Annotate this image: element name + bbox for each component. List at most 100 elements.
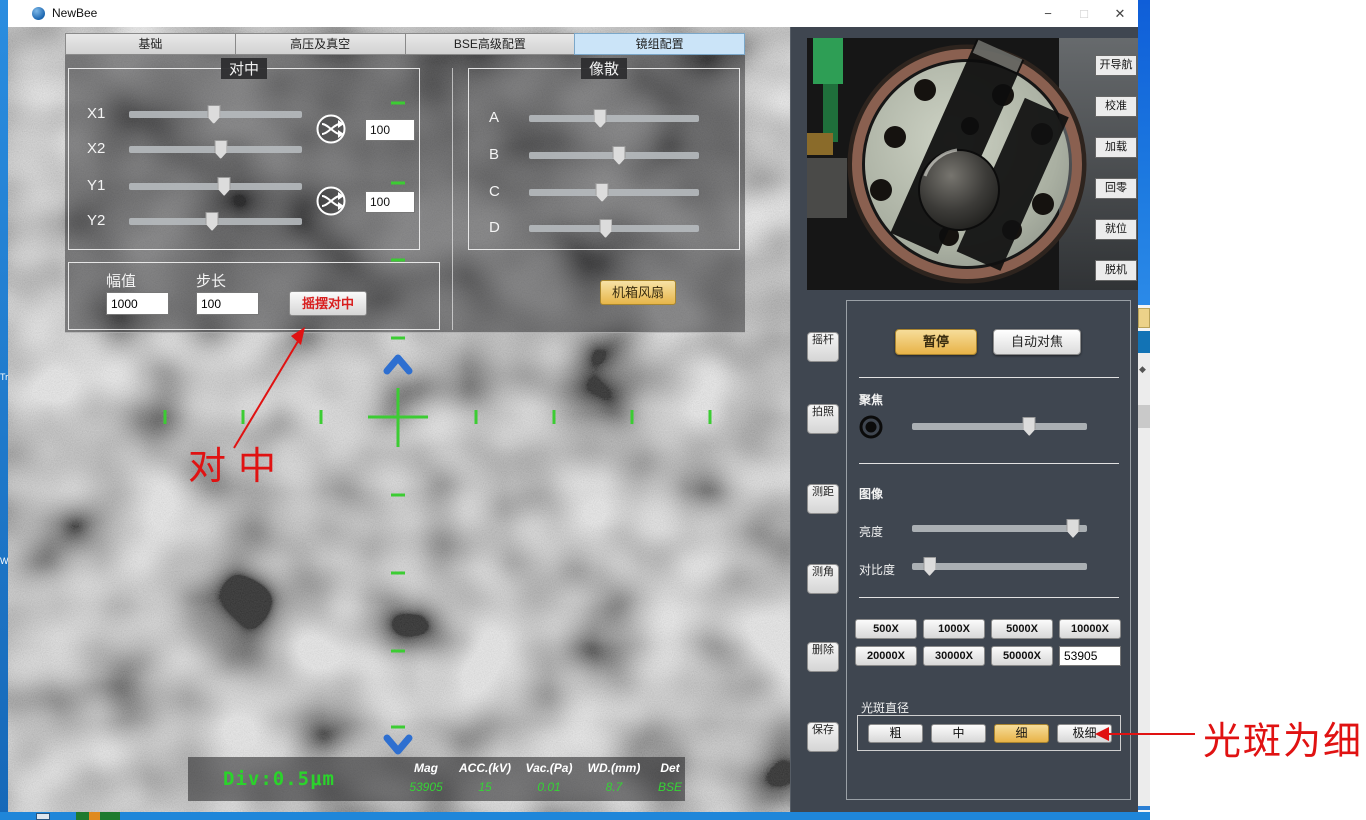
image-section-label: 图像 (859, 485, 883, 502)
step-field[interactable] (196, 292, 259, 315)
measure-distance-button[interactable]: 测距 (807, 484, 839, 514)
mag-30000x-button[interactable]: 30000X (923, 646, 985, 666)
divider (859, 377, 1119, 378)
mag-1000x-button[interactable]: 1000X (923, 619, 985, 639)
slider-a-thumb[interactable] (594, 109, 607, 128)
brightness-slider-thumb[interactable] (1067, 519, 1080, 538)
step-label: 步长 (196, 270, 226, 291)
spot-medium-button[interactable]: 中 (931, 724, 986, 743)
slider-b[interactable] (529, 152, 699, 159)
astigmatism-title: 像散 (581, 58, 627, 79)
focus-slider-thumb[interactable] (1023, 417, 1036, 436)
magnification-value-field[interactable] (1059, 646, 1121, 666)
autofocus-button[interactable]: 自动对焦 (993, 329, 1081, 355)
pause-button[interactable]: 暂停 (895, 329, 977, 355)
offline-button[interactable]: 脱机 (1095, 260, 1137, 281)
centering-group: 对中 X1 X2 Y1 Y2 (68, 68, 420, 250)
slider-x2[interactable] (129, 146, 302, 153)
contrast-slider[interactable] (912, 563, 1087, 570)
divider (859, 463, 1119, 464)
spot-diameter-group: 粗 中 细 极细 (857, 715, 1121, 751)
desktop-edge-strip: Tr W (0, 0, 8, 820)
home-button[interactable]: 回零 (1095, 178, 1137, 199)
mag-5000x-button[interactable]: 5000X (991, 619, 1053, 639)
slider-d-thumb[interactable] (599, 219, 612, 238)
delete-button[interactable]: 删除 (807, 642, 839, 672)
calibrate-button[interactable]: 校准 (1095, 96, 1137, 117)
readout-value: 15 (452, 780, 518, 794)
tab-basic[interactable]: 基础 (65, 33, 235, 55)
swap-x-icon[interactable] (315, 113, 347, 145)
spot-fine-button[interactable]: 细 (994, 724, 1049, 743)
close-button[interactable]: ✕ (1102, 0, 1138, 27)
slider-d[interactable] (529, 225, 699, 232)
centering-x-value-field[interactable] (365, 119, 415, 141)
swap-y-icon[interactable] (315, 185, 347, 217)
mag-20000x-button[interactable]: 20000X (855, 646, 917, 666)
amplitude-label: 幅值 (106, 270, 136, 291)
divider (859, 597, 1119, 598)
in-position-button[interactable]: 就位 (1095, 219, 1137, 240)
tab-hv-vacuum[interactable]: 高压及真空 (235, 33, 405, 55)
slider-y2-thumb[interactable] (206, 212, 219, 231)
slider-label-x2: X2 (87, 140, 105, 157)
save-button[interactable]: 保存 (807, 722, 839, 752)
maximize-button[interactable]: □ (1066, 0, 1102, 27)
contrast-label: 对比度 (859, 561, 895, 578)
readout-header: WD.(mm) (580, 761, 648, 775)
stage-nav-column: 开导航 校准 加载 回零 就位 脱机 (1095, 55, 1137, 301)
mag-50000x-button[interactable]: 50000X (991, 646, 1053, 666)
readout-header: Mag (400, 761, 452, 775)
tab-bse-advanced[interactable]: BSE高级配置 (405, 33, 575, 55)
readout-value: 8.7 (580, 780, 648, 794)
slider-y2[interactable] (129, 218, 302, 225)
slider-y1[interactable] (129, 183, 302, 190)
slider-x2-thumb[interactable] (214, 140, 227, 159)
mag-10000x-button[interactable]: 10000X (1059, 619, 1121, 639)
measure-angle-button[interactable]: 测角 (807, 564, 839, 594)
status-band: Div:0.5μm Mag53905 ACC.(kV)15 Vac.(Pa)0.… (188, 757, 685, 801)
tab-lens-config[interactable]: 镜组配置 (574, 33, 745, 55)
sweep-centering-button[interactable]: 摇摆对中 (289, 291, 367, 316)
load-button[interactable]: 加载 (1095, 137, 1137, 158)
snapshot-button[interactable]: 拍照 (807, 404, 839, 434)
slider-c[interactable] (529, 189, 699, 196)
slider-label-b: B (489, 146, 499, 163)
desktop-icon-fragment (76, 812, 120, 820)
astigmatism-group: 像散 A B C D (468, 68, 740, 250)
spot-diameter-label: 光斑直径 (861, 699, 909, 716)
readout-header: Det (648, 761, 692, 775)
open-navigation-button[interactable]: 开导航 (1095, 55, 1137, 76)
minimize-button[interactable]: − (1030, 0, 1066, 27)
brightness-slider[interactable] (912, 525, 1087, 532)
slider-a[interactable] (529, 115, 699, 122)
panel-divider (452, 68, 453, 330)
imaging-control-group: 暂停 自动对焦 聚焦 图像 亮度 对比度 500X 1000X (846, 300, 1131, 800)
focus-record-icon[interactable] (859, 415, 883, 439)
spot-coarse-button[interactable]: 粗 (868, 724, 923, 743)
app-icon (32, 7, 45, 20)
annotation-spot: 光斑为细 (1203, 710, 1363, 765)
titlebar[interactable]: NewBee − □ ✕ (8, 0, 1138, 27)
taskbar-fragment (0, 812, 1150, 820)
focus-slider[interactable] (912, 423, 1087, 430)
spot-ultrafine-button[interactable]: 极细 (1057, 724, 1112, 743)
readout-value: BSE (648, 780, 692, 794)
contrast-slider-thumb[interactable] (923, 557, 936, 576)
sem-viewport[interactable]: 基础 高压及真空 BSE高级配置 镜组配置 对中 X1 X2 Y1 Y2 (8, 27, 790, 812)
mag-500x-button[interactable]: 500X (855, 619, 917, 639)
slider-y1-thumb[interactable] (218, 177, 231, 196)
slider-b-thumb[interactable] (613, 146, 626, 165)
centering-y-value-field[interactable] (365, 191, 415, 213)
app-window: NewBee − □ ✕ (8, 0, 1138, 812)
slider-label-y1: Y1 (87, 177, 105, 194)
joystick-button[interactable]: 摇杆 (807, 332, 839, 362)
amplitude-field[interactable] (106, 292, 169, 315)
slider-x1[interactable] (129, 111, 302, 118)
slider-x1-thumb[interactable] (207, 105, 220, 124)
readout-table: Mag53905 ACC.(kV)15 Vac.(Pa)0.01 WD.(mm)… (400, 761, 692, 794)
slider-label-a: A (489, 109, 499, 126)
readout-header: Vac.(Pa) (518, 761, 580, 775)
slider-c-thumb[interactable] (596, 183, 609, 202)
chassis-fan-button[interactable]: 机箱风扇 (600, 280, 676, 305)
